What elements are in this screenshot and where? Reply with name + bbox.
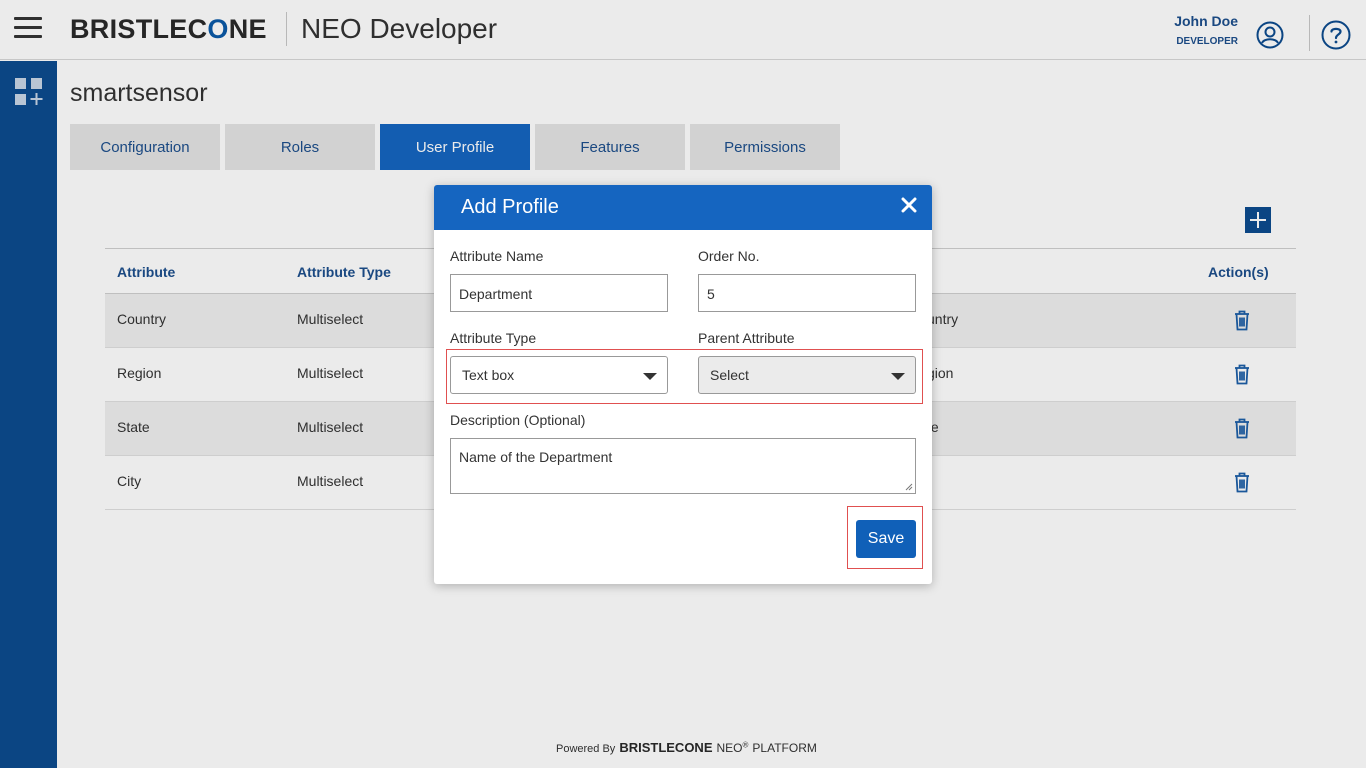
parent-attribute-label: Parent Attribute — [698, 330, 795, 346]
chevron-down-icon — [891, 373, 905, 380]
dialog-header: Add Profile — [434, 185, 932, 230]
attribute-type-selected: Text box — [462, 367, 515, 383]
resize-grip-icon[interactable] — [905, 483, 913, 491]
chevron-down-icon — [643, 373, 657, 380]
save-button[interactable]: Save — [856, 520, 916, 558]
order-no-input[interactable]: 5 — [698, 274, 916, 312]
description-textarea[interactable]: Name of the Department — [450, 438, 916, 494]
description-label: Description (Optional) — [450, 412, 586, 428]
attribute-name-label: Attribute Name — [450, 248, 544, 264]
attribute-type-select[interactable]: Text box — [450, 356, 668, 394]
add-profile-dialog: Add Profile Attribute Name Department Or… — [434, 185, 932, 584]
description-text: Name of the Department — [459, 449, 613, 465]
attribute-name-input[interactable]: Department — [450, 274, 668, 312]
dialog-title: Add Profile — [461, 196, 559, 218]
order-no-label: Order No. — [698, 248, 760, 264]
parent-attribute-selected: Select — [710, 367, 749, 383]
attribute-type-label: Attribute Type — [450, 330, 537, 346]
parent-attribute-select[interactable]: Select — [698, 356, 916, 394]
close-icon[interactable] — [901, 197, 917, 213]
